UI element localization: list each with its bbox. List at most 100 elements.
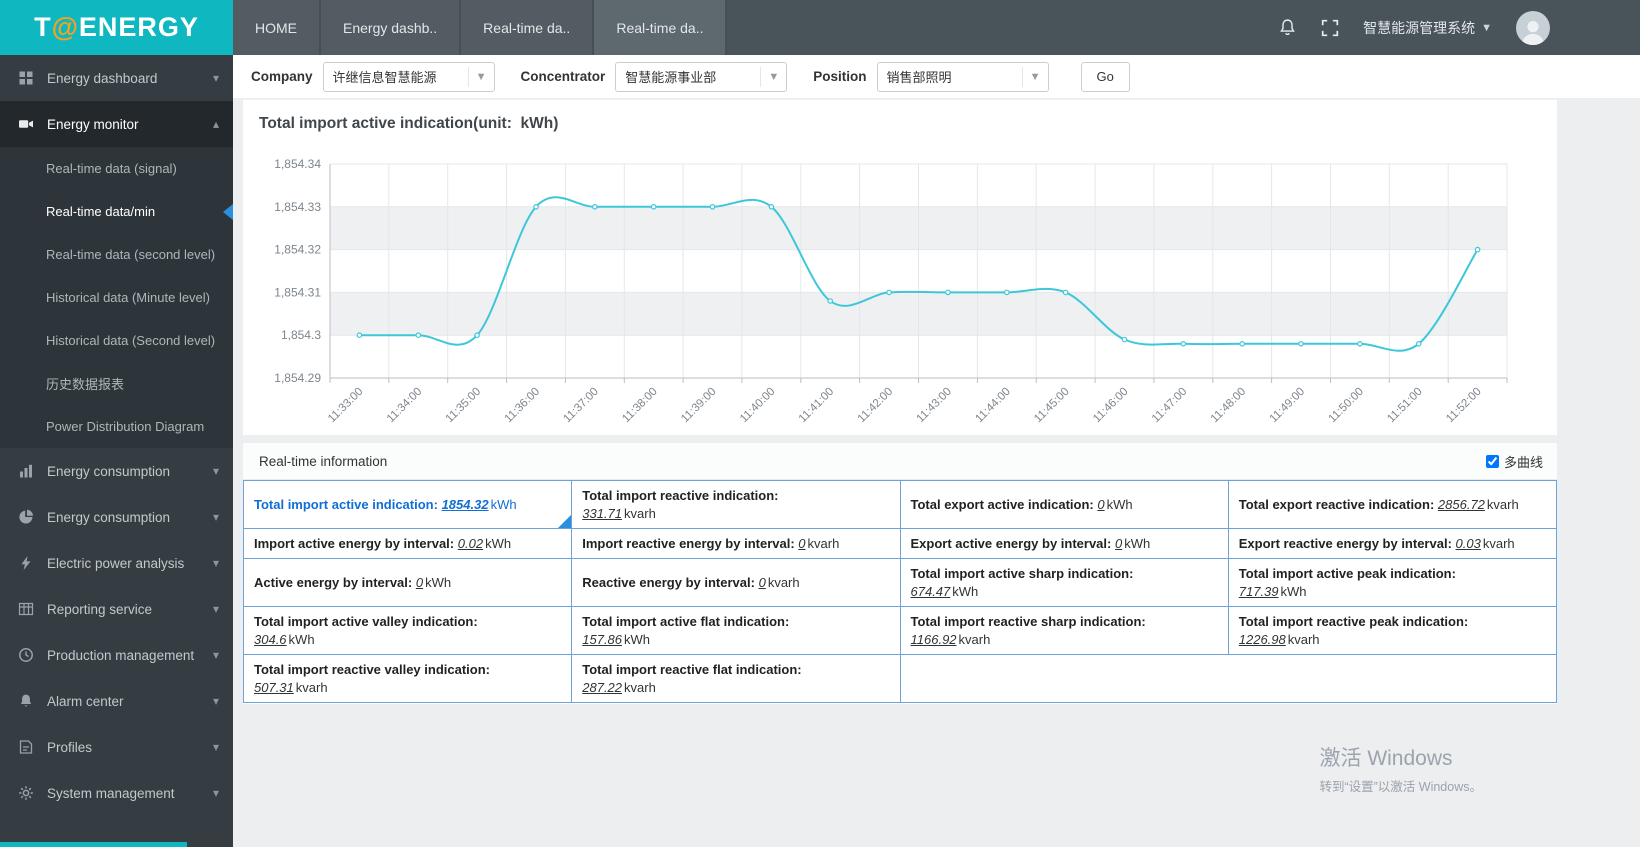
metric-value[interactable]: 0 xyxy=(759,575,766,590)
metric-unit: kWh xyxy=(1124,536,1151,551)
metric-value[interactable]: 2856.72 xyxy=(1438,497,1485,512)
metric-cell[interactable]: Total import reactive valley indication:… xyxy=(242,654,573,703)
svg-text:11:36:00: 11:36:00 xyxy=(503,386,543,426)
sidebar-item-production-management[interactable]: Production management ▾ xyxy=(0,632,233,678)
sidebar-subitem-item-5[interactable]: 历史数据报表 xyxy=(0,362,233,405)
metric-cell[interactable]: Total import reactive flat indication: 2… xyxy=(571,654,901,703)
metric-value[interactable]: 0 xyxy=(416,575,423,590)
nav-tab-home[interactable]: HOME xyxy=(233,0,321,55)
metric-value[interactable]: 157.86 xyxy=(582,632,622,647)
metric-cell[interactable]: Total export reactive indication: 2856.7… xyxy=(1227,480,1558,529)
reporting-icon xyxy=(18,601,35,617)
svg-text:11:37:00: 11:37:00 xyxy=(561,386,601,426)
metric-label: Total export active indication: xyxy=(910,497,1094,512)
fullscreen-icon[interactable] xyxy=(1321,19,1339,37)
system-title-label: 智慧能源管理系统 xyxy=(1363,19,1476,36)
concentrator-select[interactable]: 智慧能源事业部 ▼ xyxy=(615,61,788,92)
metric-value[interactable]: 0 xyxy=(1097,497,1104,512)
sidebar-item-reporting-service[interactable]: Reporting service ▾ xyxy=(0,586,233,632)
svg-text:11:39:00: 11:39:00 xyxy=(679,386,719,426)
metric-value[interactable]: 304.6 xyxy=(254,632,287,647)
sidebar-item-label: Energy monitor xyxy=(47,116,139,132)
metric-value[interactable]: 674.47 xyxy=(911,584,951,599)
realtime-header-title: Real-time information xyxy=(259,453,388,469)
electric-power-icon xyxy=(18,555,35,571)
sidebar-item-electric-power-analysis[interactable]: Electric power analysis ▾ xyxy=(0,540,233,586)
nav-tab-real-time-da[interactable]: Real-time da.. xyxy=(594,0,728,55)
sidebar-subitem-real-time-data-second-level[interactable]: Real-time data (second level) xyxy=(0,233,233,276)
sidebar-item-label: Alarm center xyxy=(47,693,124,709)
top-navigation: HOME Energy dashb.. Real-time da.. Real-tim… xyxy=(233,0,1640,55)
svg-text:11:41:00: 11:41:00 xyxy=(797,386,837,426)
svg-text:11:43:00: 11:43:00 xyxy=(914,386,954,426)
metric-cell[interactable]: Total import active flat indication: 157… xyxy=(571,606,901,655)
go-button[interactable]: Go xyxy=(1080,61,1130,92)
metric-cell[interactable]: Total import active valley indication: 3… xyxy=(242,606,573,655)
metric-value[interactable]: 0.02 xyxy=(458,536,483,551)
metric-value[interactable]: 1854.32 xyxy=(442,497,489,512)
metric-unit: kvarh xyxy=(958,632,991,647)
metric-cell[interactable]: Total import reactive peak indication: 1… xyxy=(1227,606,1558,655)
profiles-icon xyxy=(18,739,35,755)
metric-value[interactable]: 717.39 xyxy=(1239,584,1279,599)
sidebar-item-alarm-center[interactable]: Alarm center ▾ xyxy=(0,678,233,724)
multi-curve-checkbox[interactable] xyxy=(1485,454,1499,468)
sidebar-item-energy-consumption[interactable]: Energy consumption ▾ xyxy=(0,448,233,494)
metric-value[interactable]: 331.71 xyxy=(582,506,622,521)
metric-cell[interactable]: Reactive energy by interval: 0 kvarh xyxy=(571,558,901,607)
metric-unit: kvarh xyxy=(295,680,328,695)
chevron-down-icon: ▾ xyxy=(212,71,219,85)
sidebar-subitem-historical-data-second-level[interactable]: Historical data (Second level) xyxy=(0,319,233,362)
sidebar-item-profiles[interactable]: Profiles ▾ xyxy=(0,724,233,770)
sidebar-subitem-real-time-data-signal[interactable]: Real-time data (signal) xyxy=(0,147,233,190)
metric-value[interactable]: 0 xyxy=(1115,536,1122,551)
nav-tab-energy-dashb[interactable]: Energy dashb.. xyxy=(321,0,462,55)
metric-cell[interactable]: Export reactive energy by interval: 0.03… xyxy=(1227,528,1558,559)
metric-value[interactable]: 287.22 xyxy=(582,680,622,695)
metric-cell[interactable]: Import reactive energy by interval: 0 kva… xyxy=(571,528,901,559)
sidebar: T @ ENERGY Energy dashboard ▾ Energy monitor… xyxy=(0,0,233,847)
notification-bell-icon[interactable] xyxy=(1278,18,1297,37)
metric-cell[interactable]: Total import active sharp indication: 67… xyxy=(899,558,1229,607)
metric-cell[interactable]: Total import reactive sharp indication: … xyxy=(899,606,1229,655)
metric-value[interactable]: 507.31 xyxy=(254,680,294,695)
metric-cell[interactable]: Total import active indication: 1854.32 k… xyxy=(242,480,573,529)
sidebar-horizontal-scrollbar-thumb[interactable] xyxy=(0,842,187,847)
metric-cell[interactable]: Export active energy by interval: 0 kWh xyxy=(899,528,1229,559)
sidebar-item-system-management[interactable]: System management ▾ xyxy=(0,770,233,816)
watermark-line2: 转到“设置”以激活 Windows。 xyxy=(1319,780,1482,794)
metric-cell[interactable]: Total import active peak indication: 717… xyxy=(1227,558,1558,607)
metric-unit: kWh xyxy=(490,497,517,512)
metric-value[interactable]: 0.03 xyxy=(1456,536,1481,551)
company-label: Company xyxy=(251,69,313,84)
sidebar-subitem-historical-data-minute-level[interactable]: Historical data (Minute level) xyxy=(0,276,233,319)
sidebar-item-energy-dashboard[interactable]: Energy dashboard ▾ xyxy=(0,55,233,101)
metric-value[interactable]: 1166.92 xyxy=(911,632,957,647)
sidebar-subitem-real-time-data-min[interactable]: Real-time data/min xyxy=(0,190,233,233)
metric-unit: kvarh xyxy=(767,575,800,590)
position-select[interactable]: 销售部照明 ▼ xyxy=(876,61,1049,92)
line-chart[interactable]: 1,854.29 1,854.3 1,854.31 1,854.32 1,854.33 1… xyxy=(243,133,1557,433)
multi-curve-toggle[interactable]: 多曲线 xyxy=(1485,452,1543,471)
avatar[interactable] xyxy=(1516,10,1550,45)
nav-tab-real-time-da[interactable]: Real-time da.. xyxy=(461,0,595,55)
sidebar-subitem-label: Historical data (Second level) xyxy=(46,333,216,348)
company-select[interactable]: 许继信息智慧能源 ▼ xyxy=(322,61,495,92)
metric-value[interactable]: 0 xyxy=(798,536,805,551)
metric-cell[interactable]: Total export active indication: 0 kWh xyxy=(899,480,1229,529)
metric-unit: kvarh xyxy=(807,536,840,551)
table-row: Import active energy by interval: 0.02 kW… xyxy=(242,528,1558,559)
metric-value[interactable]: 1226.98 xyxy=(1239,632,1286,647)
metric-label: Total import active flat indication: xyxy=(582,614,790,629)
sidebar-subitem-power-distribution-diagram[interactable]: Power Distribution Diagram xyxy=(0,405,233,448)
user-system-menu[interactable]: 智慧能源管理系统 ▼ xyxy=(1363,18,1492,38)
sidebar-item-energy-consumption[interactable]: Energy consumption ▾ xyxy=(0,494,233,540)
metric-cell[interactable]: Total import reactive indication: 331.71… xyxy=(571,480,901,529)
nav-right-controls: 智慧能源管理系统 ▼ xyxy=(1278,0,1640,55)
sidebar-item-energy-monitor[interactable]: Energy monitor ▴ xyxy=(0,101,233,147)
table-row: Total import active indication: 1854.32 k… xyxy=(242,480,1558,529)
metric-cell[interactable]: Import active energy by interval: 0.02 kW… xyxy=(242,528,573,559)
chevron-up-icon: ▴ xyxy=(212,117,219,131)
metric-cell[interactable]: Active energy by interval: 0 kWh xyxy=(242,558,573,607)
metric-label: Total import reactive sharp indication: xyxy=(910,614,1146,629)
